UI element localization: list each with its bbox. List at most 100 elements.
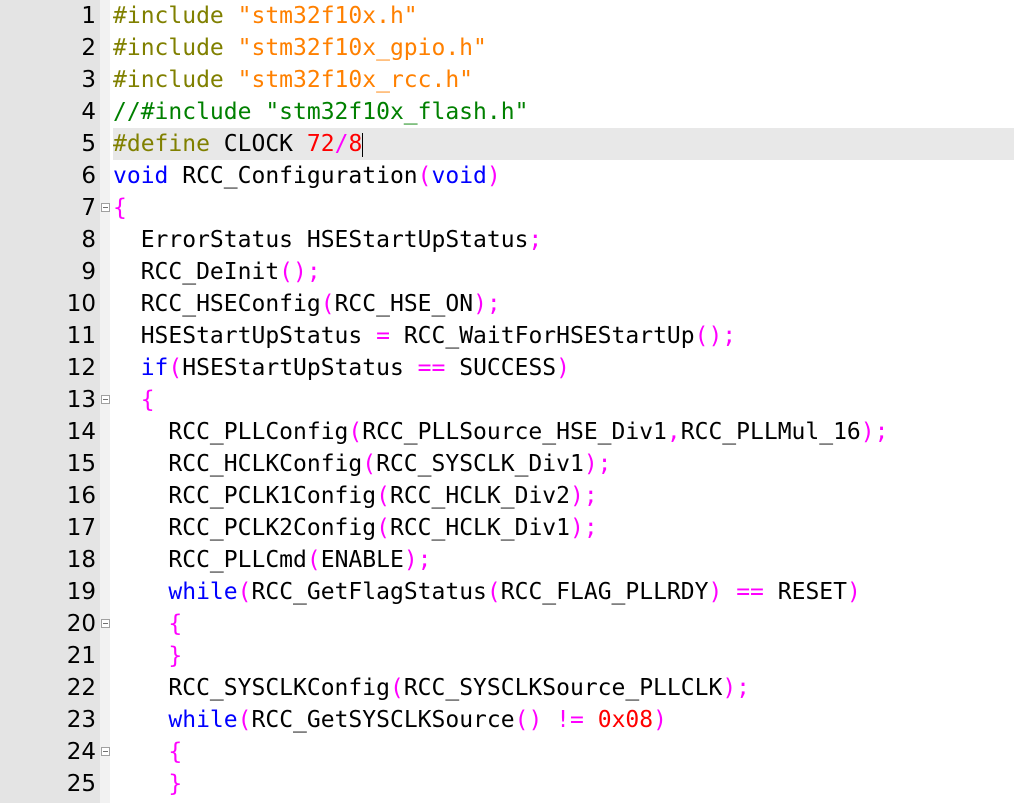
code-line[interactable]: 12 if(HSEStartUpStatus == SUCCESS) <box>0 352 1014 384</box>
code-token: ( <box>362 451 377 477</box>
code-line-text[interactable]: RCC_HCLKConfig(RCC_SYSCLK_Div1); <box>113 448 1014 480</box>
code-token: ( <box>486 579 501 605</box>
code-line-text[interactable]: if(HSEStartUpStatus == SUCCESS) <box>113 352 1014 384</box>
line-number: 15 <box>66 451 96 477</box>
code-line-text[interactable]: while(RCC_GetSYSCLKSource() != 0x08) <box>113 704 1014 736</box>
code-token: HSEStartUpStatus <box>182 355 418 381</box>
code-line[interactable]: 25 } <box>0 768 1014 800</box>
code-line-text[interactable]: } <box>113 640 1014 672</box>
code-line[interactable]: 4 //#include "stm32f10x_flash.h" <box>0 96 1014 128</box>
code-line-text[interactable]: RCC_PCLK2Config(RCC_HCLK_Div1); <box>113 512 1014 544</box>
code-token: "stm32f10x_gpio.h" <box>237 35 487 61</box>
line-number: 6 <box>81 163 96 189</box>
code-line[interactable]: 20 { <box>0 608 1014 640</box>
code-token: RCC_FLAG_PLLRDY <box>500 579 709 605</box>
code-token: ( <box>320 291 335 317</box>
code-token: while <box>168 579 238 605</box>
code-editor[interactable]: 1 #include "stm32f10x.h" 2 #include "stm32f… <box>0 0 1014 803</box>
code-token: ENABLE <box>320 547 404 573</box>
code-line[interactable]: 22 RCC_SYSCLKConfig(RCC_SYSCLKSource_PLL… <box>0 672 1014 704</box>
code-line-text[interactable]: while(RCC_GetFlagStatus(RCC_FLAG_PLLRDY)… <box>113 576 1014 608</box>
code-line[interactable]: 11 HSEStartUpStatus = RCC_WaitForHSEStar… <box>0 320 1014 352</box>
code-token: RCC_WaitForHSEStartUp <box>389 323 695 349</box>
code-token: ( <box>306 547 321 573</box>
code-token: #include <box>113 3 238 29</box>
code-line-text[interactable]: RCC_PLLCmd(ENABLE); <box>113 544 1014 576</box>
code-line-text[interactable]: ErrorStatus HSEStartUpStatus; <box>113 224 1014 256</box>
code-line[interactable]: 2 #include "stm32f10x_gpio.h" <box>0 32 1014 64</box>
code-line-text[interactable]: RCC_PCLK1Config(RCC_HCLK_Div2); <box>113 480 1014 512</box>
code-line[interactable]: 7{ <box>0 192 1014 224</box>
code-line[interactable]: 1 #include "stm32f10x.h" <box>0 0 1014 32</box>
line-number: 4 <box>81 99 96 125</box>
code-line-text[interactable]: { <box>113 736 1014 768</box>
code-token: ); <box>473 291 501 317</box>
code-token: RCC_SYSCLK_Div1 <box>376 451 584 477</box>
code-line[interactable]: 15 RCC_HCLKConfig(RCC_SYSCLK_Div1); <box>0 448 1014 480</box>
code-line-text[interactable]: HSEStartUpStatus = RCC_WaitForHSEStartUp… <box>113 320 1014 352</box>
code-line[interactable]: 8 ErrorStatus HSEStartUpStatus; <box>0 224 1014 256</box>
fold-toggle-icon[interactable] <box>101 619 110 628</box>
fold-toggle-icon[interactable] <box>101 747 110 756</box>
code-line-text[interactable]: RCC_DeInit(); <box>113 256 1014 288</box>
code-line-text[interactable]: RCC_PLLConfig(RCC_PLLSource_HSE_Div1,RCC… <box>113 416 1014 448</box>
code-line-text[interactable]: #include "stm32f10x_gpio.h" <box>113 32 1014 64</box>
code-line-text[interactable]: { <box>113 384 1014 416</box>
code-line[interactable]: 24 { <box>0 736 1014 768</box>
code-token: RCC_HCLKConfig <box>113 451 363 477</box>
code-line[interactable]: 19 while(RCC_GetFlagStatus(RCC_FLAG_PLLR… <box>0 576 1014 608</box>
code-line-text[interactable]: { <box>113 192 1014 224</box>
code-token: ErrorStatus HSEStartUpStatus <box>113 227 529 253</box>
code-token: "stm32f10x.h" <box>237 3 418 29</box>
code-token: ); <box>569 515 598 541</box>
code-token: ) <box>708 579 723 605</box>
line-number: 16 <box>66 483 96 509</box>
code-line[interactable]: 5 #define CLOCK 72/8 <box>0 128 1014 160</box>
code-line-text[interactable]: RCC_SYSCLKConfig(RCC_SYSCLKSource_PLLCLK… <box>113 672 1014 704</box>
line-number: 17 <box>66 515 96 541</box>
code-line-text[interactable]: //#include "stm32f10x_flash.h" <box>113 96 1014 128</box>
code-token: "stm32f10x_rcc.h" <box>237 67 474 93</box>
code-token: RCC_Configuration <box>168 163 418 189</box>
code-token: ( <box>389 675 404 701</box>
code-token: = <box>376 323 390 349</box>
code-line[interactable]: 6 void RCC_Configuration(void) <box>0 160 1014 192</box>
code-token: / <box>334 131 349 157</box>
code-line-text[interactable]: RCC_HSEConfig(RCC_HSE_ON); <box>113 288 1014 320</box>
code-token: RCC_SYSCLKConfig <box>113 675 390 701</box>
line-number: 1 <box>81 3 96 29</box>
code-line[interactable]: 23 while(RCC_GetSYSCLKSource() != 0x08) <box>0 704 1014 736</box>
code-token: ); <box>403 547 432 573</box>
code-line-text[interactable]: #include "stm32f10x.h" <box>113 0 1014 32</box>
code-token: RCC_PLLConfig <box>113 419 349 445</box>
fold-toggle-icon[interactable] <box>101 395 110 404</box>
code-line[interactable]: 17 RCC_PCLK2Config(RCC_HCLK_Div1); <box>0 512 1014 544</box>
code-line[interactable]: 3 #include "stm32f10x_rcc.h" <box>0 64 1014 96</box>
fold-toggle-icon[interactable] <box>101 203 110 212</box>
code-line[interactable]: 14 RCC_PLLConfig(RCC_PLLSource_HSE_Div1,… <box>0 416 1014 448</box>
code-line-text[interactable]: } <box>113 768 1014 800</box>
code-token: while <box>168 707 238 733</box>
code-line[interactable]: 21 } <box>0 640 1014 672</box>
code-line-text[interactable]: void RCC_Configuration(void) <box>113 160 1014 192</box>
code-line[interactable]: 18 RCC_PLLCmd(ENABLE); <box>0 544 1014 576</box>
code-line-text[interactable]: { <box>113 608 1014 640</box>
code-token: () <box>514 707 543 733</box>
code-line[interactable]: 10 RCC_HSEConfig(RCC_HSE_ON); <box>0 288 1014 320</box>
code-line-text[interactable]: #define CLOCK 72/8 <box>113 128 1014 160</box>
code-token: RCC_PLLCmd <box>113 547 307 573</box>
code-token: ( <box>237 579 252 605</box>
code-token: { <box>113 195 127 221</box>
line-number: 24 <box>66 739 96 765</box>
code-token: 72 <box>306 131 335 157</box>
code-line[interactable]: 16 RCC_PCLK1Config(RCC_HCLK_Div2); <box>0 480 1014 512</box>
code-line[interactable]: 13 { <box>0 384 1014 416</box>
line-number: 13 <box>66 387 96 413</box>
code-token: ); <box>583 451 612 477</box>
code-line[interactable]: 9 RCC_DeInit(); <box>0 256 1014 288</box>
code-line-text[interactable]: #include "stm32f10x_rcc.h" <box>113 64 1014 96</box>
